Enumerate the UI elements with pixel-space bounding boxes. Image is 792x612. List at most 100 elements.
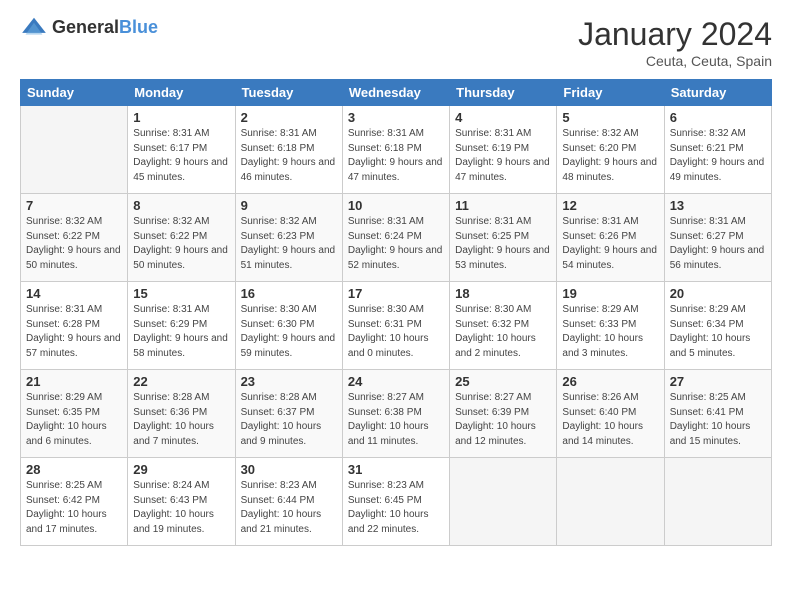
day-info: Sunrise: 8:31 AMSunset: 6:18 PMDaylight:… (241, 127, 337, 185)
day-number: 18 (455, 286, 551, 301)
day-info: Sunrise: 8:32 AMSunset: 6:22 PMDaylight:… (26, 215, 122, 273)
day-number: 7 (26, 198, 122, 213)
table-row: 4Sunrise: 8:31 AMSunset: 6:19 PMDaylight… (450, 106, 557, 194)
table-row (664, 458, 771, 546)
table-row (557, 458, 664, 546)
table-row: 22Sunrise: 8:28 AMSunset: 6:36 PMDayligh… (128, 370, 235, 458)
day-info: Sunrise: 8:31 AMSunset: 6:25 PMDaylight:… (455, 215, 551, 273)
table-row: 6Sunrise: 8:32 AMSunset: 6:21 PMDaylight… (664, 106, 771, 194)
table-row: 21Sunrise: 8:29 AMSunset: 6:35 PMDayligh… (21, 370, 128, 458)
day-number: 17 (348, 286, 444, 301)
table-row: 7 Sunrise: 8:32 AMSunset: 6:22 PMDaylight… (21, 194, 128, 282)
logo-blue: Blue (119, 17, 158, 37)
day-info: Sunrise: 8:32 AMSunset: 6:22 PMDaylight:… (133, 215, 229, 273)
header: GeneralBlue January 2024 Ceuta, Ceuta, S… (20, 16, 772, 69)
day-number: 1 (133, 110, 229, 125)
table-row: 18 Sunrise: 8:30 AMSunset: 6:32 PMDayligh… (450, 282, 557, 370)
day-info: Sunrise: 8:31 AMSunset: 6:27 PMDaylight:… (670, 215, 766, 273)
day-number: 27 (670, 374, 766, 389)
logo-general: General (52, 17, 119, 37)
day-number: 14 (26, 286, 122, 301)
day-info: Sunrise: 8:23 AMSunset: 6:45 PMDaylight:… (348, 479, 444, 537)
day-info: Sunrise: 8:31 AMSunset: 6:28 PMDaylight:… (26, 303, 122, 361)
day-number: 23 (241, 374, 337, 389)
day-number: 8 (133, 198, 229, 213)
table-row: 9Sunrise: 8:32 AMSunset: 6:23 PMDaylight… (235, 194, 342, 282)
table-row: 17 Sunrise: 8:30 AMSunset: 6:31 PMDayligh… (342, 282, 449, 370)
table-row: 13 Sunrise: 8:31 AMSunset: 6:27 PMDayligh… (664, 194, 771, 282)
table-row: 20Sunrise: 8:29 AMSunset: 6:34 PMDayligh… (664, 282, 771, 370)
table-row: 26 Sunrise: 8:26 AMSunset: 6:40 PMDayligh… (557, 370, 664, 458)
day-info: Sunrise: 8:25 AMSunset: 6:42 PMDaylight:… (26, 479, 122, 537)
calendar-week-row: 7 Sunrise: 8:32 AMSunset: 6:22 PMDaylight… (21, 194, 772, 282)
col-tuesday: Tuesday (235, 80, 342, 106)
day-info: Sunrise: 8:32 AMSunset: 6:21 PMDaylight:… (670, 127, 766, 185)
table-row: 10Sunrise: 8:31 AMSunset: 6:24 PMDayligh… (342, 194, 449, 282)
table-row: 1 Sunrise: 8:31 AMSunset: 6:17 PMDaylight… (128, 106, 235, 194)
table-row: 25Sunrise: 8:27 AMSunset: 6:39 PMDayligh… (450, 370, 557, 458)
day-info: Sunrise: 8:23 AMSunset: 6:44 PMDaylight:… (241, 479, 337, 537)
day-number: 19 (562, 286, 658, 301)
col-thursday: Thursday (450, 80, 557, 106)
title-area: January 2024 Ceuta, Ceuta, Spain (578, 16, 772, 69)
calendar-header-row: Sunday Monday Tuesday Wednesday Thursday… (21, 80, 772, 106)
day-info: Sunrise: 8:30 AMSunset: 6:31 PMDaylight:… (348, 303, 444, 361)
logo: GeneralBlue (20, 16, 158, 38)
day-info: Sunrise: 8:24 AMSunset: 6:43 PMDaylight:… (133, 479, 229, 537)
table-row (450, 458, 557, 546)
day-info: Sunrise: 8:31 AMSunset: 6:17 PMDaylight:… (133, 127, 229, 185)
day-number: 5 (562, 110, 658, 125)
calendar-table: Sunday Monday Tuesday Wednesday Thursday… (20, 79, 772, 546)
day-info: Sunrise: 8:31 AMSunset: 6:26 PMDaylight:… (562, 215, 658, 273)
logo-icon (20, 16, 48, 38)
calendar-week-row: 1 Sunrise: 8:31 AMSunset: 6:17 PMDaylight… (21, 106, 772, 194)
day-number: 10 (348, 198, 444, 213)
calendar-week-row: 21Sunrise: 8:29 AMSunset: 6:35 PMDayligh… (21, 370, 772, 458)
subtitle: Ceuta, Ceuta, Spain (578, 53, 772, 69)
day-info: Sunrise: 8:31 AMSunset: 6:29 PMDaylight:… (133, 303, 229, 361)
day-number: 28 (26, 462, 122, 477)
page: GeneralBlue January 2024 Ceuta, Ceuta, S… (0, 0, 792, 612)
calendar-week-row: 28 Sunrise: 8:25 AMSunset: 6:42 PMDayligh… (21, 458, 772, 546)
table-row: 12 Sunrise: 8:31 AMSunset: 6:26 PMDayligh… (557, 194, 664, 282)
table-row: 19Sunrise: 8:29 AMSunset: 6:33 PMDayligh… (557, 282, 664, 370)
day-info: Sunrise: 8:31 AMSunset: 6:18 PMDaylight:… (348, 127, 444, 185)
day-number: 16 (241, 286, 337, 301)
day-info: Sunrise: 8:28 AMSunset: 6:37 PMDaylight:… (241, 391, 337, 449)
table-row: 3 Sunrise: 8:31 AMSunset: 6:18 PMDaylight… (342, 106, 449, 194)
day-number: 12 (562, 198, 658, 213)
table-row: 15 Sunrise: 8:31 AMSunset: 6:29 PMDayligh… (128, 282, 235, 370)
day-number: 3 (348, 110, 444, 125)
col-monday: Monday (128, 80, 235, 106)
day-number: 24 (348, 374, 444, 389)
day-info: Sunrise: 8:26 AMSunset: 6:40 PMDaylight:… (562, 391, 658, 449)
day-number: 13 (670, 198, 766, 213)
day-number: 15 (133, 286, 229, 301)
logo-text: GeneralBlue (52, 17, 158, 38)
col-wednesday: Wednesday (342, 80, 449, 106)
day-info: Sunrise: 8:29 AMSunset: 6:34 PMDaylight:… (670, 303, 766, 361)
day-info: Sunrise: 8:32 AMSunset: 6:20 PMDaylight:… (562, 127, 658, 185)
day-number: 22 (133, 374, 229, 389)
table-row: 5 Sunrise: 8:32 AMSunset: 6:20 PMDaylight… (557, 106, 664, 194)
day-info: Sunrise: 8:30 AMSunset: 6:32 PMDaylight:… (455, 303, 551, 361)
table-row: 30Sunrise: 8:23 AMSunset: 6:44 PMDayligh… (235, 458, 342, 546)
table-row (21, 106, 128, 194)
table-row: 24 Sunrise: 8:27 AMSunset: 6:38 PMDayligh… (342, 370, 449, 458)
day-number: 26 (562, 374, 658, 389)
table-row: 23 Sunrise: 8:28 AMSunset: 6:37 PMDayligh… (235, 370, 342, 458)
table-row: 27Sunrise: 8:25 AMSunset: 6:41 PMDayligh… (664, 370, 771, 458)
table-row: 8 Sunrise: 8:32 AMSunset: 6:22 PMDaylight… (128, 194, 235, 282)
table-row: 14 Sunrise: 8:31 AMSunset: 6:28 PMDayligh… (21, 282, 128, 370)
day-number: 21 (26, 374, 122, 389)
day-number: 11 (455, 198, 551, 213)
col-friday: Friday (557, 80, 664, 106)
col-saturday: Saturday (664, 80, 771, 106)
day-info: Sunrise: 8:27 AMSunset: 6:38 PMDaylight:… (348, 391, 444, 449)
table-row: 31 Sunrise: 8:23 AMSunset: 6:45 PMDayligh… (342, 458, 449, 546)
day-number: 31 (348, 462, 444, 477)
table-row: 29Sunrise: 8:24 AMSunset: 6:43 PMDayligh… (128, 458, 235, 546)
table-row: 16Sunrise: 8:30 AMSunset: 6:30 PMDayligh… (235, 282, 342, 370)
day-info: Sunrise: 8:32 AMSunset: 6:23 PMDaylight:… (241, 215, 337, 273)
table-row: 28 Sunrise: 8:25 AMSunset: 6:42 PMDayligh… (21, 458, 128, 546)
